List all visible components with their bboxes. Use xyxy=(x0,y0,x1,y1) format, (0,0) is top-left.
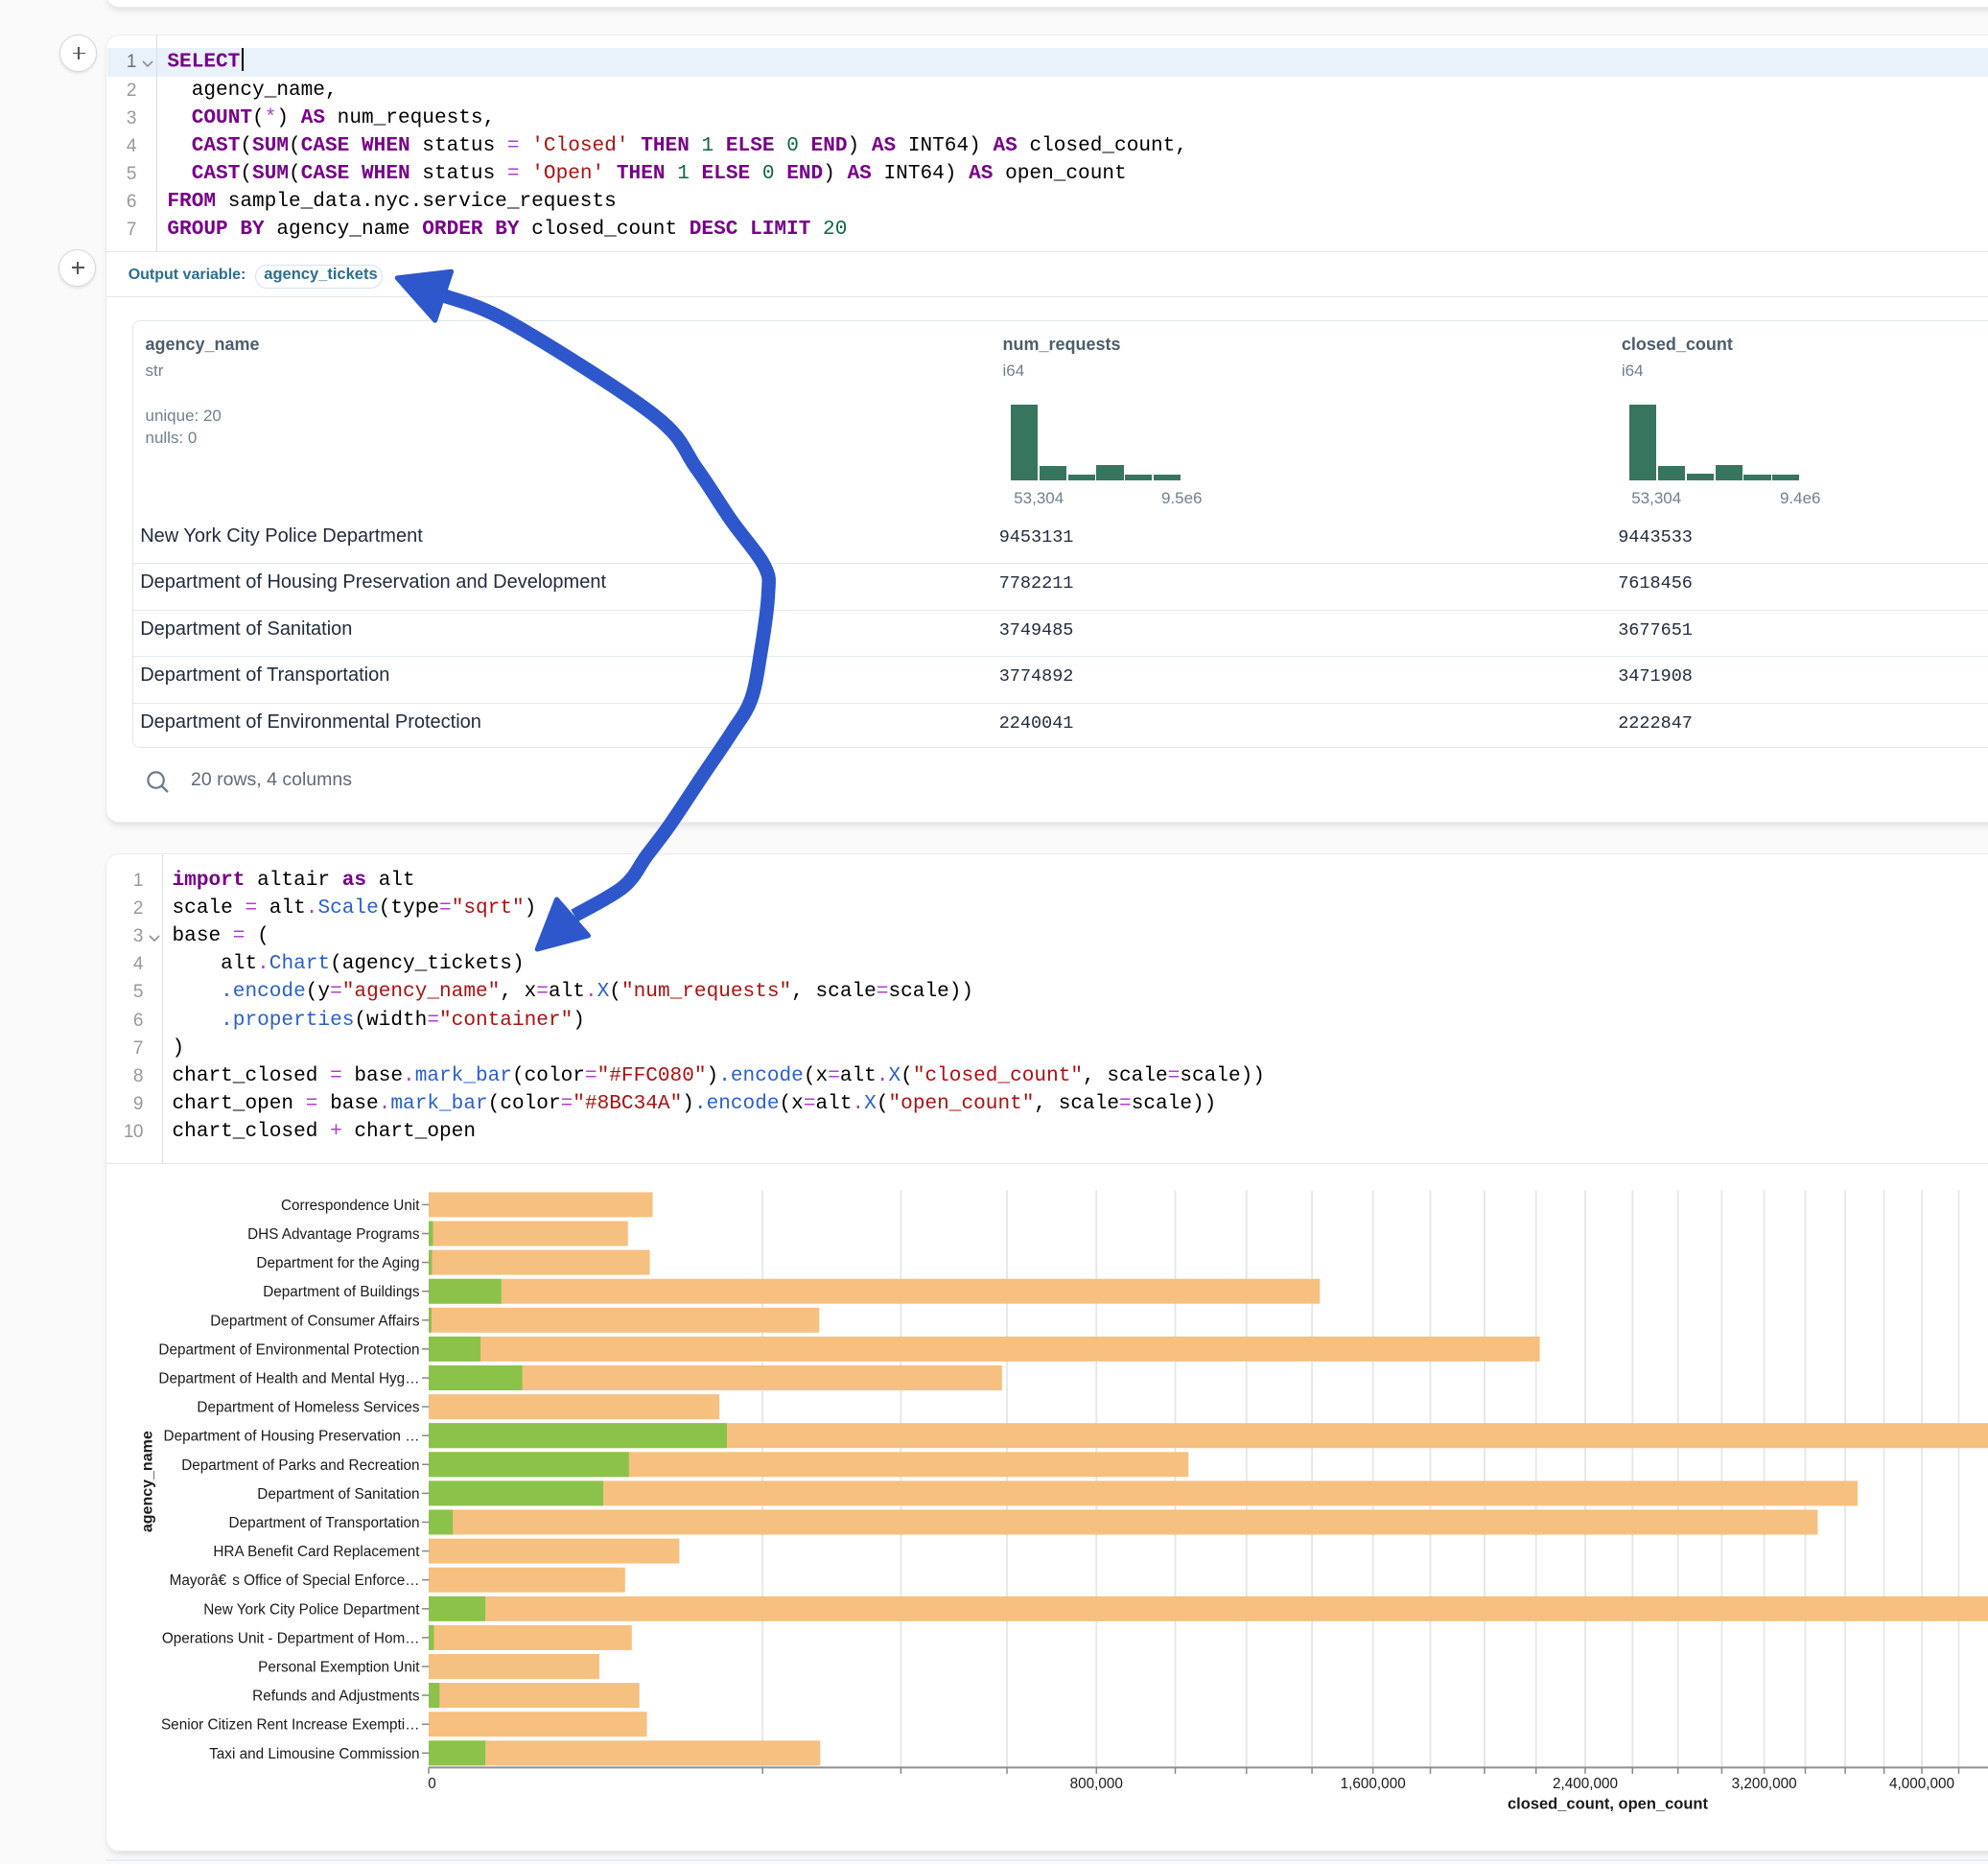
svg-text:Department of Buildings: Department of Buildings xyxy=(263,1284,420,1300)
svg-text:Personal Exemption Unit: Personal Exemption Unit xyxy=(258,1659,420,1675)
svg-text:agency_name: agency_name xyxy=(140,1431,156,1532)
svg-text:Refunds and Adjustments: Refunds and Adjustments xyxy=(252,1688,420,1704)
svg-text:New York City Police Departmen: New York City Police Department xyxy=(203,1601,420,1618)
svg-text:Correspondence Unit: Correspondence Unit xyxy=(281,1197,420,1213)
svg-text:Taxi and Limousine Commission: Taxi and Limousine Commission xyxy=(209,1745,419,1761)
svg-text:2,400,000: 2,400,000 xyxy=(1553,1776,1618,1792)
svg-text:Senior Citizen Rent Increase E: Senior Citizen Rent Increase Exempti… xyxy=(161,1716,420,1733)
svg-text:HRA Benefit Card Replacement: HRA Benefit Card Replacement xyxy=(213,1544,420,1560)
svg-text:4,000,000: 4,000,000 xyxy=(1889,1776,1954,1792)
svg-text:3,200,000: 3,200,000 xyxy=(1732,1776,1797,1792)
svg-text:Department of Health and Menta: Department of Health and Mental Hyg… xyxy=(158,1370,419,1386)
svg-text:Department for the Aging: Department for the Aging xyxy=(256,1255,419,1271)
svg-text:0: 0 xyxy=(428,1776,436,1792)
svg-text:closed_count, open_count: closed_count, open_count xyxy=(1508,1795,1709,1812)
svg-text:Department of Homeless Service: Department of Homeless Services xyxy=(197,1399,419,1415)
svg-text:Department of Parks and Recrea: Department of Parks and Recreation xyxy=(181,1456,419,1473)
svg-text:Department of Sanitation: Department of Sanitation xyxy=(257,1485,419,1502)
svg-text:1,600,000: 1,600,000 xyxy=(1341,1776,1406,1792)
svg-text:DHS Advantage Programs: DHS Advantage Programs xyxy=(247,1226,420,1243)
svg-text:800,000: 800,000 xyxy=(1070,1776,1123,1792)
svg-text:Mayorâ€ s Office of Special E: Mayorâ€ s Office of Special Enforce… xyxy=(170,1573,420,1589)
svg-text:Department of Housing Preserva: Department of Housing Preservation … xyxy=(164,1428,420,1444)
svg-text:Department of Environmental Pr: Department of Environmental Protection xyxy=(158,1341,419,1358)
svg-text:Department of Consumer Affairs: Department of Consumer Affairs xyxy=(210,1313,420,1329)
svg-text:Department of Transportation: Department of Transportation xyxy=(229,1515,420,1531)
svg-text:Operations Unit - Department o: Operations Unit - Department of Hom… xyxy=(162,1630,420,1646)
